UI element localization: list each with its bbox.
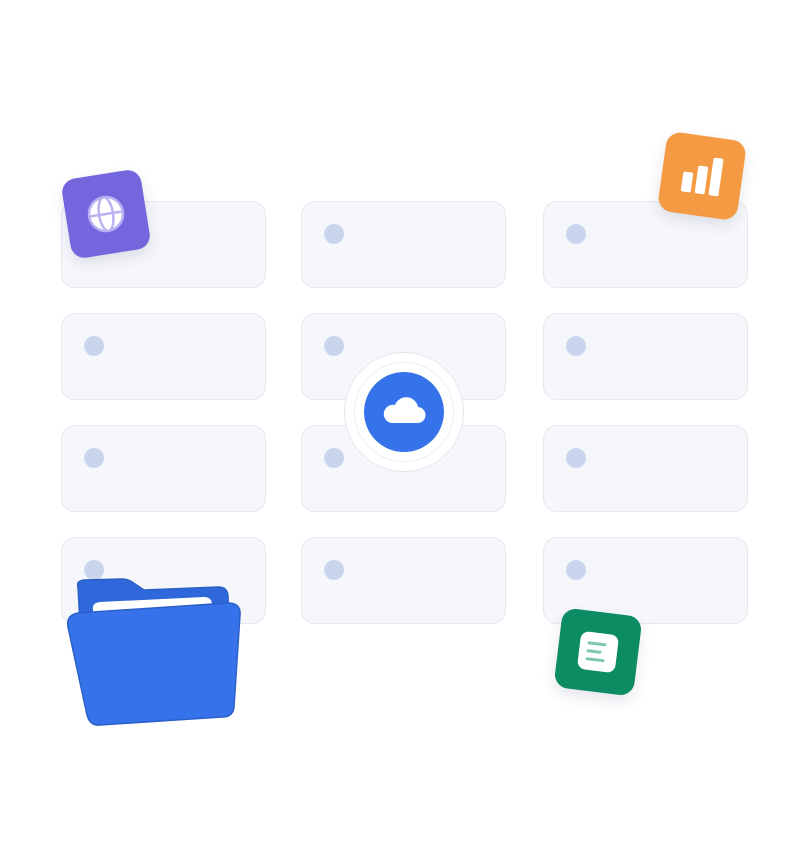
bar-chart-icon xyxy=(680,157,724,197)
placeholder-dot xyxy=(324,336,344,356)
placeholder-card xyxy=(61,313,266,400)
placeholder-dot xyxy=(566,224,586,244)
placeholder-card xyxy=(301,201,506,288)
folder-icon xyxy=(66,578,241,726)
placeholder-dot xyxy=(566,336,586,356)
placeholder-dot xyxy=(324,560,344,580)
document-icon xyxy=(577,631,619,673)
placeholder-card xyxy=(61,425,266,512)
placeholder-card xyxy=(301,537,506,624)
placeholder-dot xyxy=(566,560,586,580)
placeholder-card xyxy=(543,313,748,400)
cloud-icon xyxy=(383,397,426,424)
placeholder-card xyxy=(543,425,748,512)
placeholder-dot xyxy=(566,448,586,468)
placeholder-dot xyxy=(84,448,104,468)
placeholder-dot xyxy=(84,336,104,356)
placeholder-dot xyxy=(324,448,344,468)
chart-tile xyxy=(656,130,748,222)
globe-icon xyxy=(87,195,125,233)
cloud-badge xyxy=(364,372,444,452)
globe-tile xyxy=(60,168,152,260)
placeholder-dot xyxy=(324,224,344,244)
document-tile xyxy=(553,607,643,697)
